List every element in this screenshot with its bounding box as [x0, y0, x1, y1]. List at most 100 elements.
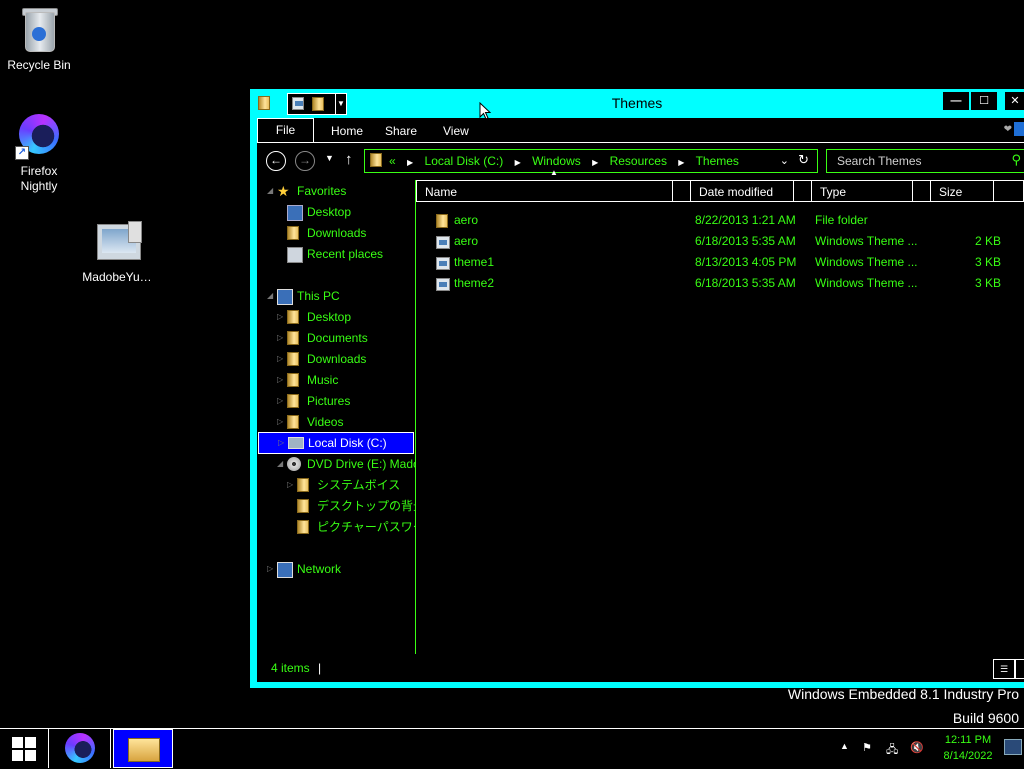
minimize-button[interactable]: —	[942, 91, 970, 111]
nav-pc-downloads[interactable]: ▷ Downloads	[257, 349, 415, 369]
address-dropdown-icon[interactable]: ⌄	[780, 154, 789, 167]
details-view-icon[interactable]: ☰	[993, 659, 1015, 679]
ribbon-expand-icon[interactable]: ❤	[1004, 124, 1012, 135]
sort-ascending-icon: ▲	[550, 168, 558, 177]
nav-pc-local-disk[interactable]: ▷ Local Disk (C:)	[258, 432, 414, 454]
nav-pc-desktop[interactable]: ▷ Desktop	[257, 307, 415, 327]
breadcrumb-overflow[interactable]: «	[389, 154, 396, 168]
nav-pc-dvd-drive[interactable]: ◢ DVD Drive (E:) Mado	[257, 454, 415, 474]
up-button[interactable]: ↑	[345, 151, 353, 168]
navigation-pane: ◢ ★ Favorites Desktop Downloads Recent p…	[257, 180, 416, 654]
tab-home[interactable]: Home	[331, 124, 363, 138]
maximize-button[interactable]: ☐	[970, 91, 998, 111]
column-date-modified[interactable]: Date modified	[691, 180, 794, 202]
refresh-icon[interactable]: ↻	[798, 152, 809, 168]
expand-icon[interactable]: ◢	[267, 286, 273, 306]
column-type[interactable]: Type	[812, 180, 913, 202]
breadcrumb-local-disk[interactable]: Local Disk (C:)	[425, 154, 504, 168]
desktop-icon-label: MadobeYu…	[82, 270, 152, 284]
nav-pc-music[interactable]: ▷ Music	[257, 370, 415, 390]
collapse-arrow-icon[interactable]: ▷	[278, 433, 284, 453]
table-row[interactable]: theme1 8/13/2013 4:05 PM Windows Theme .…	[416, 252, 1024, 273]
recent-places-icon	[287, 247, 303, 263]
chevron-right-icon[interactable]: ▶	[407, 158, 413, 167]
tab-view[interactable]: View	[443, 124, 469, 138]
theme-file-icon	[436, 277, 450, 298]
folder-icon	[287, 310, 301, 324]
chevron-right-icon[interactable]: ▶	[678, 158, 684, 167]
breadcrumb-resources[interactable]: Resources	[610, 154, 667, 168]
nav-dvd-system-voice[interactable]: ▷ システムボイス	[257, 475, 415, 495]
clock-date: 8/14/2022	[943, 750, 993, 762]
desktop-icon-madobe[interactable]: MadobeYu…	[77, 218, 157, 285]
nav-favorites[interactable]: ◢ ★ Favorites	[257, 181, 415, 201]
collapse-arrow-icon[interactable]: ▷	[267, 559, 273, 579]
search-box[interactable]: Search Themes ⚲	[826, 149, 1024, 173]
action-center-flag-icon[interactable]: ⚑	[862, 741, 872, 754]
expand-icon[interactable]: ◢	[277, 454, 283, 474]
volume-muted-icon[interactable]: 🔇	[910, 741, 924, 754]
collapse-arrow-icon[interactable]: ▷	[277, 370, 283, 390]
back-button[interactable]: ←	[266, 151, 286, 171]
close-button[interactable]: ✕	[1004, 91, 1024, 111]
nav-this-pc[interactable]: ◢ This PC	[257, 286, 415, 306]
taskbar-firefox-nightly[interactable]	[50, 729, 111, 768]
status-bar: 4 items | ☰	[257, 658, 1024, 679]
nav-dvd-picture-password[interactable]: ピクチャーパスワード	[257, 517, 415, 537]
column-size[interactable]: Size	[931, 180, 994, 202]
show-desktop-icon[interactable]	[1004, 739, 1022, 755]
shortcut-arrow-icon: ↗	[15, 146, 29, 160]
desktop-icon-recycle-bin[interactable]: Recycle Bin	[0, 6, 79, 73]
taskbar-clock[interactable]: 12:11 PM 8/14/2022	[936, 732, 1000, 764]
nav-pc-documents[interactable]: ▷ Documents	[257, 328, 415, 348]
chevron-right-icon[interactable]: ▶	[592, 158, 598, 167]
start-button[interactable]	[0, 729, 49, 768]
help-icon[interactable]	[1014, 122, 1024, 136]
tab-share[interactable]: Share	[385, 124, 417, 138]
breadcrumb-windows[interactable]: Windows	[532, 154, 581, 168]
table-row[interactable]: theme2 6/18/2013 5:35 AM Windows Theme .…	[416, 273, 1024, 294]
address-bar[interactable]: « ▶ Local Disk (C:) ▶ Windows ▶ Resource…	[364, 149, 818, 173]
tab-file[interactable]: File	[257, 118, 314, 142]
taskbar-file-explorer[interactable]	[113, 729, 173, 768]
show-hidden-icons-icon[interactable]: ▲	[840, 741, 849, 751]
nav-pc-videos[interactable]: ▷ Videos	[257, 412, 415, 432]
network-tray-icon[interactable]: 🖧	[886, 741, 898, 760]
nav-favorites-downloads[interactable]: Downloads	[257, 223, 415, 243]
nav-dvd-desktop-background[interactable]: デスクトップの背景	[257, 496, 415, 516]
collapse-arrow-icon[interactable]: ▷	[277, 349, 283, 369]
expand-icon[interactable]: ◢	[267, 181, 273, 201]
folder-icon	[287, 331, 301, 345]
large-icons-view-icon[interactable]	[1015, 659, 1024, 679]
search-icon[interactable]: ⚲	[1011, 152, 1021, 168]
column-name[interactable]: Name	[416, 180, 673, 202]
nav-favorites-desktop[interactable]: Desktop	[257, 202, 415, 222]
chevron-right-icon[interactable]: ▶	[515, 158, 521, 167]
search-input[interactable]: Search Themes	[837, 154, 922, 168]
edition-watermark: Windows Embedded 8.1 Industry Pro	[787, 686, 1019, 702]
desktop-icon-firefox-nightly[interactable]: ↗ Firefox Nightly	[0, 112, 79, 194]
title-bar[interactable]: ▼ Themes — ☐ ✕	[250, 89, 1024, 117]
collapse-arrow-icon[interactable]: ▷	[277, 307, 283, 327]
folder-icon	[287, 352, 301, 366]
collapse-arrow-icon[interactable]: ▷	[277, 412, 283, 432]
nav-pc-pictures[interactable]: ▷ Pictures	[257, 391, 415, 411]
collapse-arrow-icon[interactable]: ▷	[277, 328, 283, 348]
table-row[interactable]: aero 6/18/2013 5:35 AM Windows Theme ...…	[416, 231, 1024, 252]
recent-locations-icon[interactable]: ▼	[325, 153, 334, 163]
recycle-bin-icon	[15, 6, 63, 54]
forward-button[interactable]: →	[295, 151, 315, 171]
collapse-arrow-icon[interactable]: ▷	[287, 475, 293, 495]
file-size: 3 KB	[974, 255, 1001, 269]
ribbon-tabs: File Home Share View ❤	[257, 118, 1024, 143]
madobe-shortcut-icon	[93, 218, 142, 266]
clock-time: 12:11 PM	[944, 734, 992, 746]
nav-favorites-recent[interactable]: Recent places	[257, 244, 415, 264]
file-type: Windows Theme ...	[815, 276, 918, 290]
navigation-bar: ← → ▼ ↑ « ▶ Local Disk (C:) ▶ Windows ▶ …	[257, 149, 1024, 173]
collapse-arrow-icon[interactable]: ▷	[277, 391, 283, 411]
breadcrumb-themes[interactable]: Themes	[696, 154, 739, 168]
nav-network[interactable]: ▷ Network	[257, 559, 415, 579]
file-explorer-icon	[128, 738, 160, 762]
table-row[interactable]: aero 8/22/2013 1:21 AM File folder	[416, 210, 1024, 231]
